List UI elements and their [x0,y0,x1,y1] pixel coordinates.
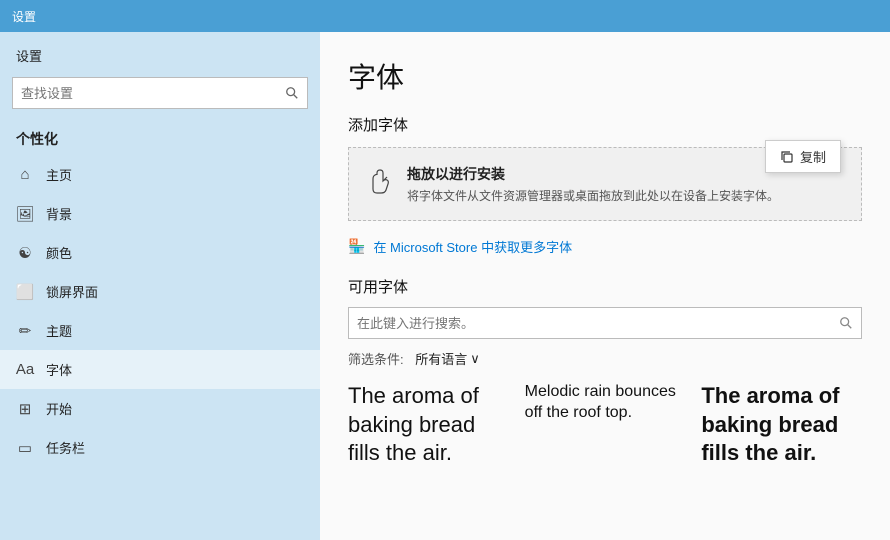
font-search-box[interactable] [348,307,862,339]
filter-row: 筛选条件: 所有语言 ∨ [348,349,862,368]
sidebar-item-lockscreen[interactable]: ⬜ 锁屏界面 [0,272,320,311]
sidebar-search-icon [285,86,299,100]
sidebar-item-font[interactable]: Aa 字体 [0,350,320,389]
top-bar-title: 设置 [12,8,36,25]
font-search-input[interactable] [357,316,839,331]
font-search-icon [839,316,853,330]
theme-icon: ✏ [16,322,34,340]
content-area: 字体 添加字体 拖放以进行安装 将字体文件从文件资源管理器或桌面拖放到此处以在设… [320,32,890,540]
drop-zone-icon [367,167,395,201]
top-bar: 设置 [0,0,890,32]
sidebar: 设置 个性化 ⌂ 主页 🖼 背景 ☯ 颜色 ⬜ 锁屏界面 ✏ 主题 Aa 字体 ⊞ 开始 ▭ 任务栏 [0,32,320,540]
filter-label: 筛选条件: [348,349,404,368]
font-preview-text-3: The aroma of baking bread fills the air. [701,382,862,468]
sidebar-search-input[interactable] [21,86,285,101]
sidebar-label-taskbar: 任务栏 [46,438,85,457]
copy-icon [780,150,794,164]
store-link[interactable]: 🏪 在 Microsoft Store 中获取更多字体 [348,237,862,256]
sidebar-section-title: 个性化 [0,121,320,155]
sidebar-label-lockscreen: 锁屏界面 [46,282,98,301]
sidebar-item-background[interactable]: 🖼 背景 [0,194,320,233]
sidebar-label-theme: 主题 [46,321,72,340]
sidebar-header: 设置 [0,32,320,73]
home-icon: ⌂ [16,166,34,184]
add-fonts-title: 添加字体 [348,114,862,135]
sidebar-label-background: 背景 [46,204,72,223]
chevron-down-icon: ∨ [470,351,480,367]
font-preview-text-2: Melodic rain bounces off the roof top. [525,382,686,424]
sidebar-label-start: 开始 [46,399,72,418]
drop-zone[interactable]: 拖放以进行安装 将字体文件从文件资源管理器或桌面拖放到此处以在设备上安装字体。 … [348,147,862,221]
sidebar-item-color[interactable]: ☯ 颜色 [0,233,320,272]
color-icon: ☯ [16,244,34,262]
sidebar-item-taskbar[interactable]: ▭ 任务栏 [0,428,320,467]
font-card-2: Melodic rain bounces off the roof top. [525,382,686,468]
sidebar-item-theme[interactable]: ✏ 主题 [0,311,320,350]
start-icon: ⊞ [16,400,34,418]
font-previews: The aroma of baking bread fills the air.… [348,382,862,468]
page-title: 字体 [348,56,862,96]
copy-tooltip: 复制 [765,140,841,173]
available-fonts-title: 可用字体 [348,276,862,297]
font-card-1: The aroma of baking bread fills the air. [348,382,509,468]
filter-value-link[interactable]: 所有语言 ∨ [415,349,480,368]
store-link-text: 在 Microsoft Store 中获取更多字体 [373,237,572,256]
sidebar-search-box[interactable] [12,77,308,109]
taskbar-icon: ▭ [16,439,34,457]
main-layout: 设置 个性化 ⌂ 主页 🖼 背景 ☯ 颜色 ⬜ 锁屏界面 ✏ 主题 Aa 字体 ⊞ 开始 ▭ 任务栏 字体 添… [0,32,890,540]
background-icon: 🖼 [16,205,34,223]
sidebar-item-home[interactable]: ⌂ 主页 [0,155,320,194]
store-icon: 🏪 [348,238,365,255]
copy-label: 复制 [800,147,826,166]
font-preview-text-1: The aroma of baking bread fills the air. [348,382,509,468]
lockscreen-icon: ⬜ [16,283,34,301]
filter-value: 所有语言 [415,349,467,368]
nav-list: ⌂ 主页 🖼 背景 ☯ 颜色 ⬜ 锁屏界面 ✏ 主题 Aa 字体 ⊞ 开始 ▭ 任务栏 [0,155,320,467]
font-card-3: The aroma of baking bread fills the air. [701,382,862,468]
sidebar-label-color: 颜色 [46,243,72,262]
font-icon: Aa [16,361,34,379]
sidebar-item-start[interactable]: ⊞ 开始 [0,389,320,428]
drop-zone-desc: 将字体文件从文件资源管理器或桌面拖放到此处以在设备上安装字体。 [407,187,843,204]
sidebar-label-font: 字体 [46,360,72,379]
sidebar-label-home: 主页 [46,165,72,184]
